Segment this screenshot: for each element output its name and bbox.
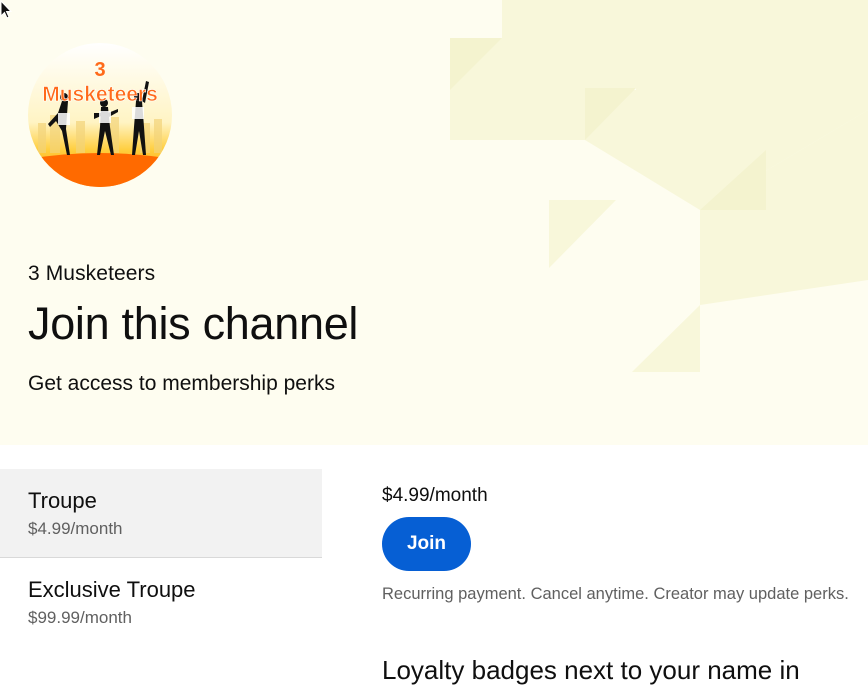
mouse-pointer-icon	[0, 0, 13, 19]
svg-text:3: 3	[94, 59, 105, 81]
join-button[interactable]: Join	[382, 517, 471, 571]
perk-description: Loyalty badges next to your name in	[382, 655, 800, 685]
channel-avatar: 3 Musketeers	[28, 43, 172, 187]
selected-tier-price: $4.99/month	[382, 485, 488, 506]
tier-name: Exclusive Troupe	[28, 577, 196, 602]
channel-name: 3 Musketeers	[28, 262, 156, 285]
recurring-payment-note: Recurring payment. Cancel anytime. Creat…	[382, 585, 849, 603]
membership-tier-list: Troupe $4.99/month Exclusive Troupe $99.…	[0, 469, 322, 646]
tier-item-troupe[interactable]: Troupe $4.99/month	[0, 469, 322, 558]
tier-name: Troupe	[28, 488, 97, 513]
page-subtitle: Get access to membership perks	[28, 372, 335, 395]
tier-item-exclusive-troupe[interactable]: Exclusive Troupe $99.99/month	[0, 558, 322, 646]
channel-membership-header: 3 Musketeers 3 Musketeers Join this chan…	[0, 0, 868, 445]
page-title: Join this channel	[28, 298, 359, 349]
svg-text:Musketeers: Musketeers	[42, 83, 158, 106]
tier-price: $4.99/month	[28, 519, 123, 538]
tier-price: $99.99/month	[28, 608, 132, 627]
